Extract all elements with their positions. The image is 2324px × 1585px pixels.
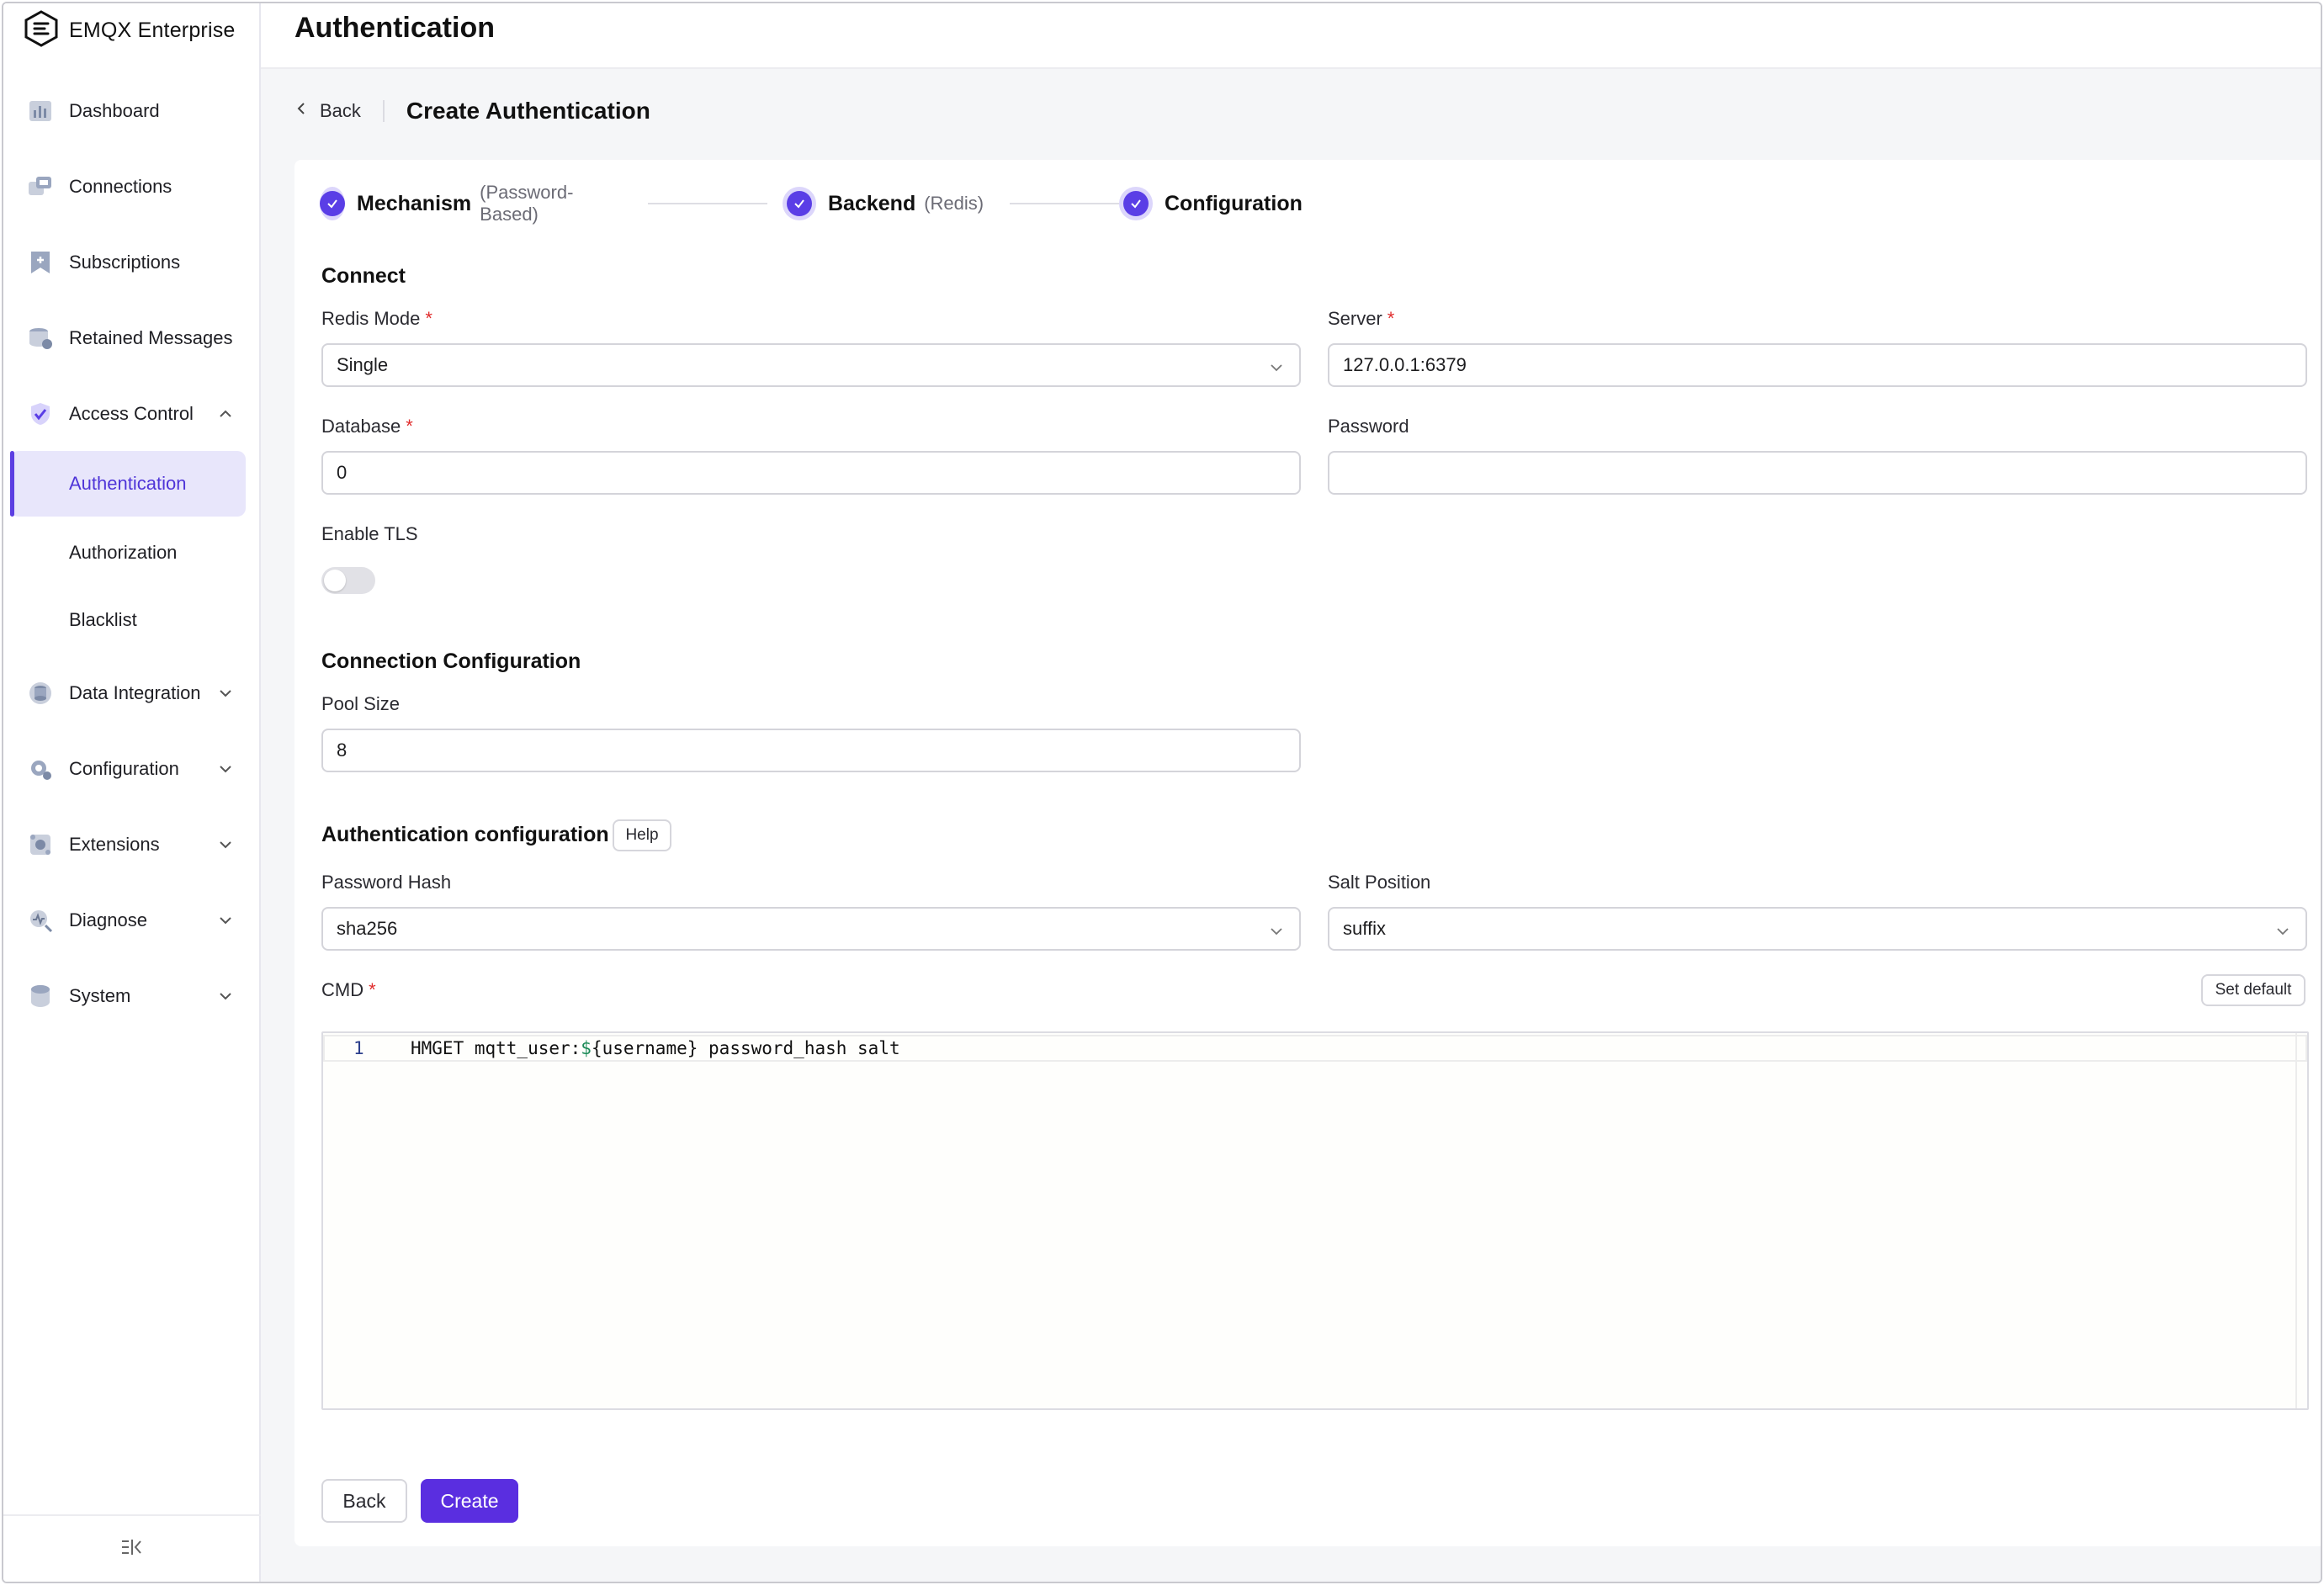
sidebar-item-authentication[interactable]: Authentication — [10, 451, 246, 517]
breadcrumb-divider — [382, 100, 385, 122]
salt-position-select[interactable]: suffix — [1328, 907, 2307, 951]
chevron-down-icon — [217, 988, 234, 1005]
chevron-down-icon — [217, 685, 234, 702]
sidebar-item-connections[interactable]: Connections — [3, 162, 261, 212]
sidebar-item-configuration[interactable]: Configuration — [3, 744, 261, 794]
password-hash-label: Password Hash — [321, 872, 452, 893]
dashboard-icon — [27, 98, 54, 125]
database-label: Database * — [321, 416, 413, 437]
step-connector — [648, 203, 767, 204]
chevron-down-icon — [1269, 922, 1284, 937]
cmd-label: CMD * — [321, 979, 376, 1000]
section-title-authentication-configuration: Authentication configuration — [321, 823, 609, 846]
check-icon — [320, 187, 345, 220]
step-configuration: Configuration — [1119, 185, 1303, 222]
page-title: Create Authentication — [406, 98, 650, 124]
redis-mode-label: Redis Mode * — [321, 308, 432, 329]
chevron-down-icon — [217, 836, 234, 853]
password-hash-select[interactable]: sha256 — [321, 907, 1301, 951]
code-line: HMGET mqtt_user:${username} password_has… — [411, 1038, 900, 1058]
pool-size-input[interactable]: 8 — [321, 729, 1301, 772]
logo[interactable]: EMQX Enterprise — [24, 9, 236, 51]
sidebar-item-data-integration[interactable]: Data Integration — [3, 668, 261, 718]
check-icon — [783, 187, 816, 220]
help-button[interactable]: Help — [613, 819, 671, 851]
sidebar-item-authorization[interactable]: Authorization — [10, 520, 246, 586]
chevron-down-icon — [1269, 358, 1284, 374]
top-header: Authentication — [261, 3, 2321, 69]
sidebar: EMQX Enterprise Dashboard Connections Su… — [3, 3, 261, 1582]
cmd-code-editor[interactable]: 1 HMGET mqtt_user:${username} password_h… — [321, 1031, 2309, 1410]
app-window: EMQX Enterprise Dashboard Connections Su… — [2, 2, 2322, 1583]
set-default-button[interactable]: Set default — [2201, 974, 2305, 1006]
enable-tls-label: Enable TLS — [321, 523, 418, 544]
chevron-left-icon — [294, 100, 308, 122]
emqx-logo-icon — [24, 9, 59, 51]
sidebar-item-dashboard[interactable]: Dashboard — [3, 86, 261, 136]
sidebar-item-access-control[interactable]: Access Control — [3, 389, 261, 439]
sidebar-item-retained-messages[interactable]: Retained Messages — [3, 313, 261, 363]
line-number: 1 — [353, 1038, 364, 1058]
chevron-down-icon — [217, 761, 234, 777]
password-input[interactable] — [1328, 451, 2307, 495]
subscriptions-icon — [27, 249, 54, 276]
step-connector — [1010, 203, 1119, 204]
chevron-down-icon — [217, 912, 234, 929]
breadcrumb: Back Create Authentication — [294, 94, 650, 128]
sidebar-item-system[interactable]: System — [3, 971, 261, 1021]
page-header-title: Authentication — [294, 12, 495, 44]
sidebar-item-diagnose[interactable]: Diagnose — [3, 895, 261, 946]
chevron-down-icon — [2275, 922, 2290, 937]
collapse-sidebar-button[interactable] — [3, 1514, 261, 1582]
access-control-icon — [27, 400, 54, 427]
redis-mode-select[interactable]: Single — [321, 343, 1301, 387]
app-name: EMQX Enterprise — [69, 18, 236, 42]
connections-icon — [27, 173, 54, 200]
configuration-icon — [27, 755, 54, 782]
salt-position-label: Salt Position — [1328, 872, 1431, 893]
database-input[interactable]: 0 — [321, 451, 1301, 495]
editor-scrollbar[interactable] — [2295, 1033, 2305, 1408]
section-title-connect: Connect — [321, 264, 406, 288]
section-title-connection-configuration: Connection Configuration — [321, 649, 581, 673]
pool-size-label: Pool Size — [321, 693, 400, 714]
create-authentication-form: Mechanism (Password-Based) Backend (Redi… — [294, 160, 2321, 1546]
check-icon — [1119, 187, 1153, 220]
server-input[interactable]: 127.0.0.1:6379 — [1328, 343, 2307, 387]
create-button[interactable]: Create — [421, 1479, 518, 1523]
main-content: Authentication Back Create Authenticatio… — [261, 3, 2321, 1582]
step-backend: Backend (Redis) — [783, 185, 984, 222]
retained-messages-icon — [27, 325, 54, 352]
enable-tls-toggle[interactable] — [321, 567, 375, 594]
data-integration-icon — [27, 680, 54, 707]
sidebar-item-blacklist[interactable]: Blacklist — [10, 587, 246, 653]
diagnose-icon — [27, 907, 54, 934]
server-label: Server * — [1328, 308, 1395, 329]
extensions-icon — [27, 831, 54, 858]
back-button[interactable]: Back — [321, 1479, 407, 1523]
breadcrumb-back-link[interactable]: Back — [294, 100, 361, 122]
collapse-icon — [119, 1537, 145, 1561]
toggle-knob — [324, 570, 346, 591]
sidebar-item-subscriptions[interactable]: Subscriptions — [3, 237, 261, 288]
step-mechanism: Mechanism (Password-Based) — [320, 182, 581, 225]
chevron-up-icon — [217, 406, 234, 422]
password-label: Password — [1328, 416, 1409, 437]
system-icon — [27, 983, 54, 1010]
sidebar-item-extensions[interactable]: Extensions — [3, 819, 261, 870]
